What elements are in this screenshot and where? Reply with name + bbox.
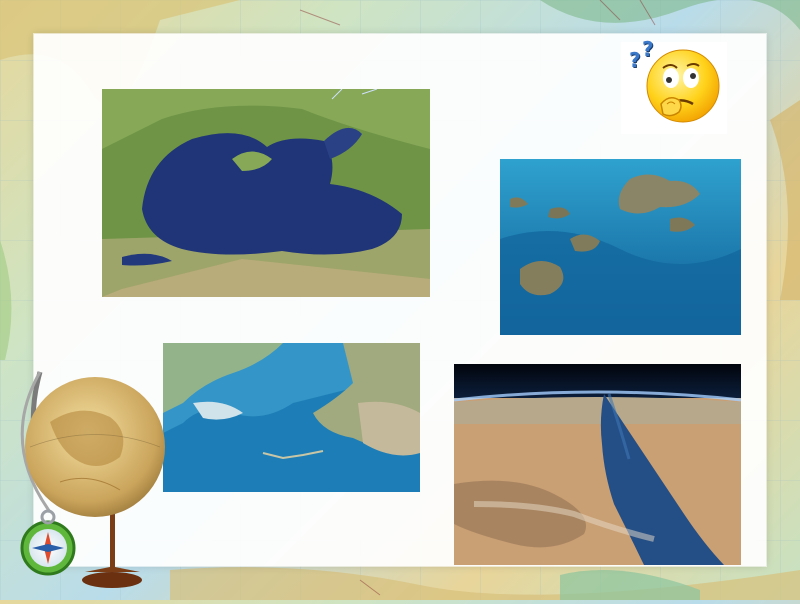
black-sea-satellite-photo — [102, 89, 430, 297]
coral-reef-underwater-photo — [500, 159, 741, 335]
bering-strait-map-photo — [163, 343, 420, 492]
question-mark-left: ? — [629, 48, 641, 72]
question-mark-right: ? — [642, 37, 654, 61]
red-sea-orbit-photo — [454, 364, 741, 565]
globe-icon — [0, 362, 170, 600]
